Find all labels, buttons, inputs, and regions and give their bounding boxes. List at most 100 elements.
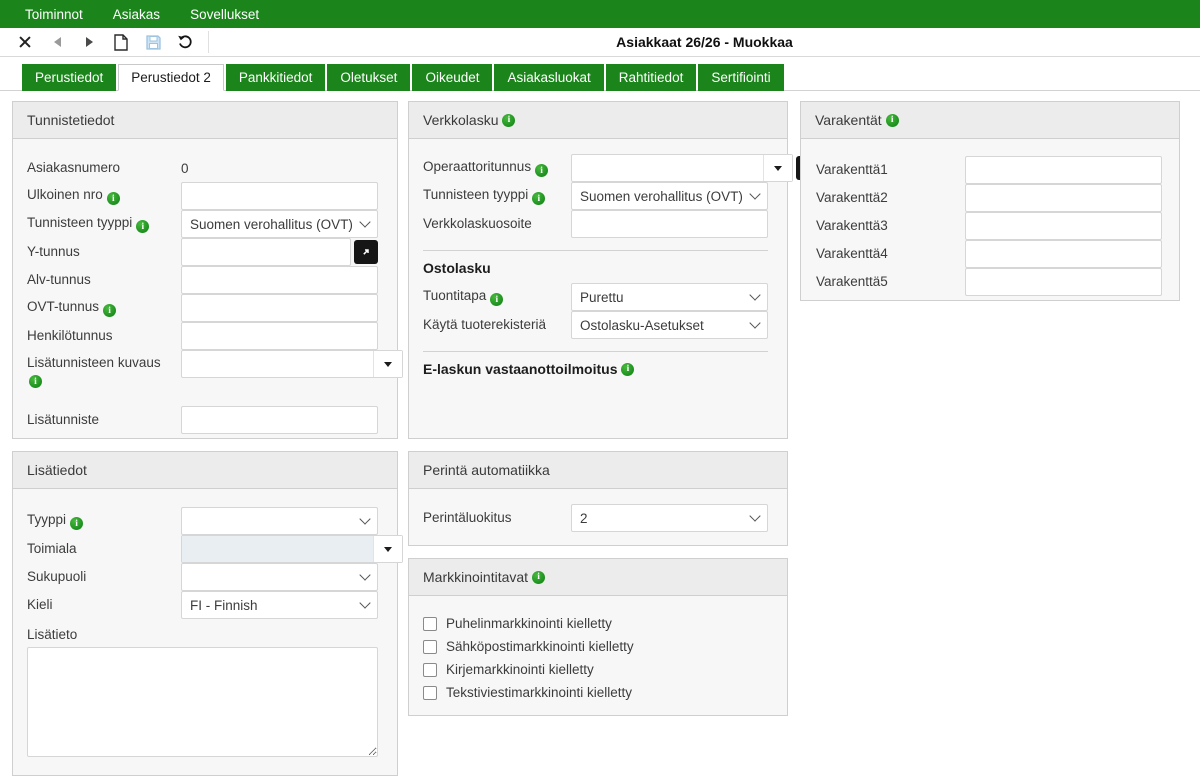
field-label: Käytä tuoterekisteriä: [423, 317, 546, 332]
tab-perustiedot-2[interactable]: Perustiedot 2: [118, 64, 224, 91]
checkbox-row-kirjemarkkinointi: Kirjemarkkinointi kielletty: [423, 662, 768, 677]
y-tunnus-lookup-button[interactable]: [354, 240, 378, 264]
info-icon[interactable]: [535, 164, 548, 177]
field-row-tyyppi: Tyyppi: [27, 507, 378, 535]
chevron-down-icon: [359, 216, 370, 227]
lisatunniste-input[interactable]: [181, 406, 378, 434]
tunnisteen-tyyppi-2-select[interactable]: Suomen verohallitus (OVT): [571, 182, 768, 210]
field-row-tunnisteen-tyyppi: Tunnisteen tyyppi Suomen verohallitus (O…: [27, 210, 378, 238]
info-icon[interactable]: [532, 571, 545, 584]
kirjemarkkinointi-checkbox[interactable]: [423, 663, 437, 677]
info-icon[interactable]: [70, 517, 83, 530]
field-row-ovt-tunnus: OVT-tunnus: [27, 294, 378, 322]
varakentta5-input[interactable]: [965, 268, 1162, 296]
chevron-down-icon: [749, 317, 760, 328]
panel-perinta-automatiikka: Perintä automatiikka Perintäluokitus 2: [408, 451, 788, 546]
field-row-tuontitapa: Tuontitapa Purettu: [423, 283, 768, 311]
perintaluokitus-select[interactable]: 2: [571, 504, 768, 532]
chevron-down-icon: [749, 289, 760, 300]
varakentta3-input[interactable]: [965, 212, 1162, 240]
new-record-button[interactable]: [108, 30, 134, 54]
chevron-down-icon: [359, 597, 370, 608]
previous-record-button[interactable]: [44, 30, 70, 54]
undo-button[interactable]: [172, 30, 198, 54]
chevron-down-icon: [359, 569, 370, 580]
field-row-lisatieto-label: Lisätieto: [27, 623, 378, 647]
puhelinmarkkinointi-checkbox[interactable]: [423, 617, 437, 631]
field-label: Perintäluokitus: [423, 510, 512, 525]
tab-sertifiointi[interactable]: Sertifiointi: [698, 64, 783, 91]
verkkolaskuosoite-input[interactable]: [571, 210, 768, 238]
panel-title: Lisätiedot: [27, 462, 87, 478]
lisatunnisteen-kuvaus-input[interactable]: [182, 351, 373, 377]
ulkoinen-nro-input[interactable]: [181, 182, 378, 210]
dropdown-button[interactable]: [373, 351, 402, 377]
tunnisteen-tyyppi-select[interactable]: Suomen verohallitus (OVT): [181, 210, 378, 238]
field-row-lisatunnisteen-kuvaus: Lisätunnisteen kuvaus: [27, 350, 378, 396]
info-icon[interactable]: [136, 220, 149, 233]
info-icon[interactable]: [532, 192, 545, 205]
panel-title: Verkkolasku: [423, 112, 498, 128]
panel-title: Markkinointitavat: [423, 569, 528, 585]
sukupuoli-select[interactable]: [181, 563, 378, 591]
field-row-varakentta3: Varakenttä3: [816, 212, 1162, 240]
field-label: Toimiala: [27, 541, 77, 556]
close-button[interactable]: [12, 30, 38, 54]
kayta-tuoterekisteria-select[interactable]: Ostolasku-Asetukset: [571, 311, 768, 339]
checkbox-row-puhelinmarkkinointi: Puhelinmarkkinointi kielletty: [423, 616, 768, 631]
tekstiviestimarkkinointi-checkbox[interactable]: [423, 686, 437, 700]
lisatieto-textarea[interactable]: [27, 647, 378, 757]
section-title-elasku: E-laskun vastaanottoilmoitus: [423, 361, 768, 377]
field-label: Kieli: [27, 597, 53, 612]
tab-oikeudet[interactable]: Oikeudet: [412, 64, 492, 91]
menu-toiminnot[interactable]: Toiminnot: [10, 0, 98, 28]
chevron-down-icon: [749, 510, 760, 521]
tab-perustiedot[interactable]: Perustiedot: [22, 64, 116, 91]
save-icon: [146, 35, 161, 50]
menu-sovellukset[interactable]: Sovellukset: [175, 0, 274, 28]
tab-rahtitiedot[interactable]: Rahtitiedot: [606, 64, 697, 91]
info-icon[interactable]: [490, 293, 503, 306]
next-record-button[interactable]: [76, 30, 102, 54]
y-tunnus-input[interactable]: [181, 238, 351, 266]
field-label: Verkkolaskuosoite: [423, 216, 532, 231]
kieli-select[interactable]: FI - Finnish: [181, 591, 378, 619]
field-label: Ulkoinen nro: [27, 187, 103, 202]
tyyppi-select[interactable]: [181, 507, 378, 535]
tab-bar: Perustiedot Perustiedot 2 Pankkitiedot O…: [0, 64, 1200, 91]
ovt-tunnus-input[interactable]: [181, 294, 378, 322]
henkilotunnus-input[interactable]: [181, 322, 378, 350]
field-row-sukupuoli: Sukupuoli: [27, 563, 378, 591]
menu-asiakas[interactable]: Asiakas: [98, 0, 175, 28]
varakentta1-input[interactable]: [965, 156, 1162, 184]
arrow-right-icon: [86, 37, 93, 47]
field-row-varakentta5: Varakenttä5: [816, 268, 1162, 296]
alv-tunnus-input[interactable]: [181, 266, 378, 294]
tuontitapa-select[interactable]: Purettu: [571, 283, 768, 311]
tab-oletukset[interactable]: Oletukset: [327, 64, 410, 91]
info-icon[interactable]: [29, 375, 42, 388]
varakentta2-input[interactable]: [965, 184, 1162, 212]
checkbox-row-tekstiviestimarkkinointi: Tekstiviestimarkkinointi kielletty: [423, 685, 768, 700]
field-label: Varakenttä1: [816, 162, 888, 177]
save-button[interactable]: [140, 30, 166, 54]
varakentta4-input[interactable]: [965, 240, 1162, 268]
chevron-down-icon: [359, 513, 370, 524]
info-icon[interactable]: [621, 363, 634, 376]
operaattoritunnus-input[interactable]: [572, 155, 763, 181]
dropdown-button[interactable]: [763, 155, 792, 181]
field-row-kieli: Kieli FI - Finnish: [27, 591, 378, 619]
sahkopostimarkkinointi-checkbox[interactable]: [423, 640, 437, 654]
info-icon[interactable]: [107, 192, 120, 205]
caret-down-icon: [774, 166, 782, 171]
dropdown-button[interactable]: [373, 536, 402, 562]
panel-lisatiedot: Lisätiedot Tyyppi Toimiala: [12, 451, 398, 776]
field-row-asiakasnumero: Asiakasnumero 0: [27, 154, 378, 182]
info-icon[interactable]: [103, 304, 116, 317]
tab-pankkitiedot[interactable]: Pankkitiedot: [226, 64, 326, 91]
checkbox-label: Sähköpostimarkkinointi kielletty: [446, 639, 634, 654]
tab-asiakasluokat[interactable]: Asiakasluokat: [494, 64, 603, 91]
info-icon[interactable]: [502, 114, 515, 127]
info-icon[interactable]: [886, 114, 899, 127]
field-row-kayta-tuoterekisteria: Käytä tuoterekisteriä Ostolasku-Asetukse…: [423, 311, 768, 339]
